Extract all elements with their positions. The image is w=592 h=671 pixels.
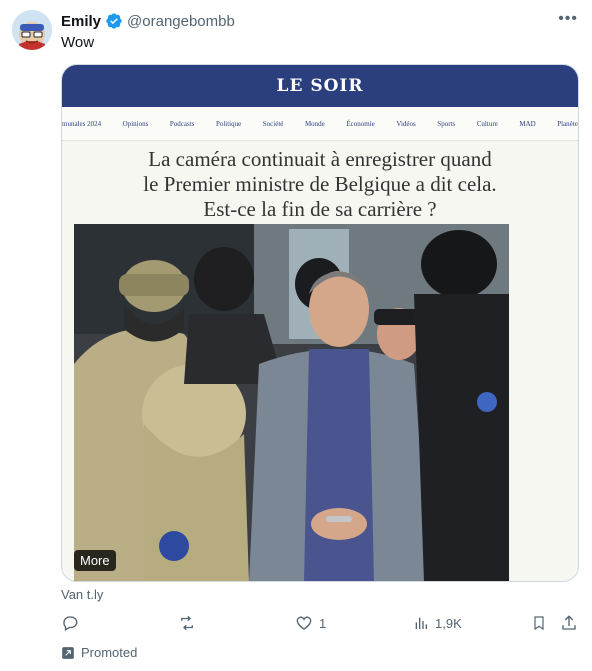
nav-item: Sports xyxy=(437,119,456,128)
nav-item: munales 2024 xyxy=(62,119,102,128)
nav-item: Économie xyxy=(346,119,375,128)
views-button[interactable]: 1,9K xyxy=(413,614,462,632)
views-count: 1,9K xyxy=(435,615,462,631)
like-count: 1 xyxy=(319,615,327,631)
article-headline: La caméra continuait à enregistrer quand… xyxy=(62,147,578,222)
share-button[interactable] xyxy=(560,614,578,632)
headline-line: Est-ce la fin de sa carrière ? xyxy=(203,197,437,221)
retweet-button[interactable] xyxy=(177,614,203,632)
nav-item: Société xyxy=(262,119,284,128)
media-card[interactable]: LE SOIR munales 2024 Opinions Podcasts P… xyxy=(61,64,579,582)
like-button[interactable]: 1 xyxy=(295,614,326,632)
avatar-image xyxy=(12,10,52,50)
nav-item: Planète xyxy=(557,119,578,128)
author-handle[interactable]: @orangebombb xyxy=(127,13,235,30)
verified-badge-icon xyxy=(105,12,123,30)
nav-item: Culture xyxy=(476,119,498,128)
more-button[interactable]: More xyxy=(74,550,116,571)
card-source-link[interactable]: Van t.ly xyxy=(61,587,103,602)
bookmark-icon xyxy=(534,616,544,631)
avatar[interactable] xyxy=(12,10,52,50)
tweet-header: Emily @orangebombb ••• xyxy=(61,11,578,31)
more-options-icon[interactable]: ••• xyxy=(558,11,578,27)
masthead-title: LE SOIR xyxy=(276,76,364,96)
share-icon xyxy=(562,615,576,630)
tweet-actions: 1 1,9K xyxy=(61,614,581,636)
promoted-text: Promoted xyxy=(81,645,138,660)
nav-item: Podcasts xyxy=(169,119,195,128)
newspaper-masthead: LE SOIR xyxy=(62,65,578,107)
tweet-text: Wow xyxy=(61,34,95,51)
analytics-icon xyxy=(415,617,427,629)
headline-line: La caméra continuait à enregistrer quand xyxy=(148,147,492,171)
nav-item: MAD xyxy=(519,119,536,128)
reply-icon xyxy=(63,616,78,631)
heart-icon xyxy=(296,616,312,630)
reply-button[interactable] xyxy=(61,614,85,632)
headline-line: le Premier ministre de Belgique a dit ce… xyxy=(143,172,497,196)
newspaper-nav: munales 2024 Opinions Podcasts Politique… xyxy=(62,107,578,141)
promoted-label: Promoted xyxy=(61,645,137,660)
bookmark-button[interactable] xyxy=(531,614,547,632)
retweet-icon xyxy=(181,615,193,631)
nav-item: Politique xyxy=(215,119,242,128)
nav-item: Vidéos xyxy=(396,119,416,128)
promoted-icon xyxy=(62,646,74,659)
article-photo xyxy=(74,224,509,581)
nav-item: Opinions xyxy=(122,119,149,128)
nav-item: Monde xyxy=(304,119,325,128)
author-name[interactable]: Emily xyxy=(61,13,101,30)
